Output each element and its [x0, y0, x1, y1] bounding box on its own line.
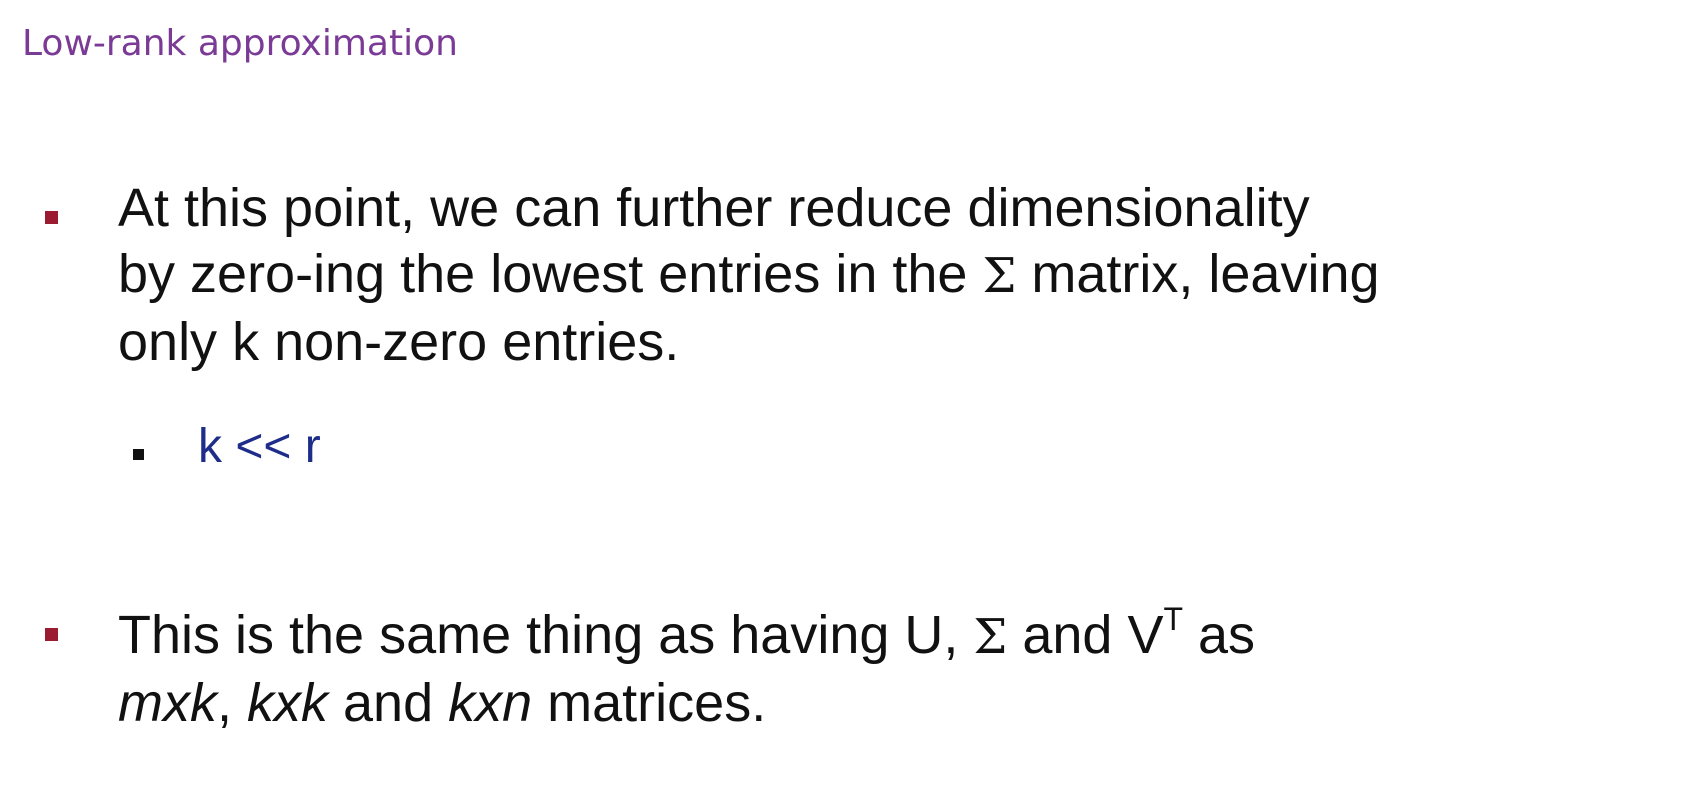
bullet-marker	[45, 628, 58, 641]
bullet-2-pre: This is the same thing as having U,	[118, 605, 974, 665]
bullet-marker	[45, 211, 58, 224]
matrices-text: matrices.	[532, 673, 767, 733]
bullet-2-post: as	[1183, 605, 1256, 665]
bullet-1: At this point, we can further reduce dim…	[118, 175, 1380, 375]
bullet-1-line-3: only k non-zero entries.	[118, 312, 680, 372]
sigma-symbol: Σ	[982, 248, 1017, 304]
sigma-symbol: Σ	[973, 609, 1008, 665]
dim-kxk: kxk	[247, 673, 328, 733]
sub-bullet: k << r	[198, 420, 321, 473]
bullet-2-mid: and V	[1007, 605, 1164, 665]
slide-title: Low-rank approximation	[22, 23, 458, 64]
bullet-2-line-1: This is the same thing as having U, Σ an…	[118, 590, 1255, 670]
comma: ,	[216, 673, 247, 733]
and-text: and	[328, 673, 449, 733]
bullet-1-line-2-pre: by zero-ing the lowest entries in the	[118, 244, 983, 304]
dim-kxn: kxn	[448, 673, 533, 733]
transpose-superscript: T	[1163, 601, 1184, 637]
slide: Low-rank approximation At this point, we…	[0, 0, 1681, 803]
bullet-2: This is the same thing as having U, Σ an…	[118, 590, 1255, 736]
bullet-1-line-1: At this point, we can further reduce dim…	[118, 178, 1310, 238]
bullet-2-line-2: mxk, kxk and kxn matrices.	[118, 670, 1255, 736]
dim-mxk: mxk	[118, 673, 217, 733]
sub-bullet-marker	[133, 449, 144, 460]
bullet-1-line-2-post: matrix, leaving	[1016, 244, 1380, 304]
bullet-1-line-2: by zero-ing the lowest entries in the Σ …	[118, 241, 1380, 309]
